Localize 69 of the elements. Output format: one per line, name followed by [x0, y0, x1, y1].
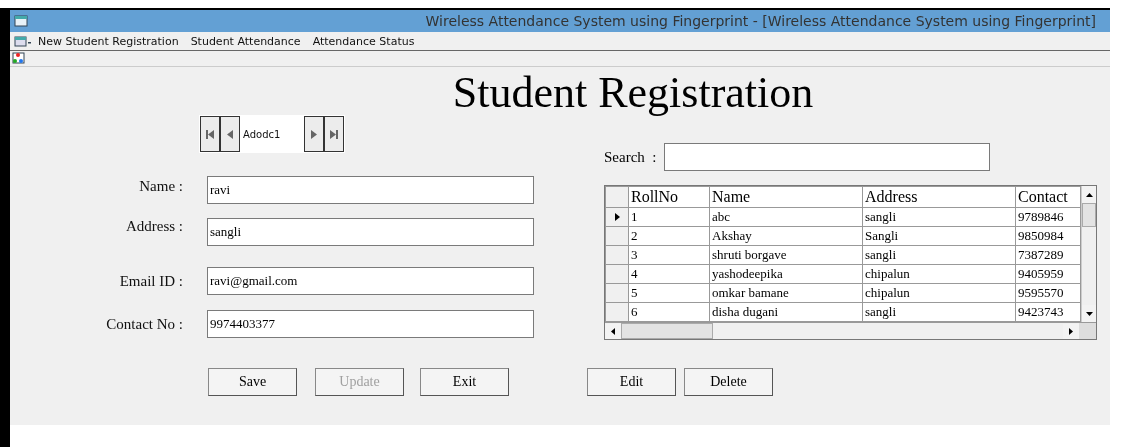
previous-record-icon [226, 129, 234, 139]
form-button[interactable]: Save [208, 368, 297, 396]
first-record-icon [206, 129, 214, 139]
table-cell: 9405959 [1015, 264, 1081, 284]
data-control-caption: Adodc1 [242, 127, 282, 142]
scroll-thumb[interactable] [621, 323, 713, 339]
field-label: Contact No : [105, 315, 183, 333]
table-cell: 9595570 [1015, 283, 1081, 303]
table-cell: 9423743 [1015, 302, 1081, 322]
scrollbar-corner [1079, 323, 1096, 339]
table-cell: 3 [628, 245, 710, 265]
table-cell: 9789846 [1015, 207, 1081, 227]
menu-item[interactable]: Student Attendance [190, 34, 301, 48]
current-row-icon [614, 213, 620, 221]
table-cell: yashodeepika [709, 264, 863, 284]
scroll-up-icon [1085, 192, 1093, 197]
table-cell: sangli [862, 207, 1016, 227]
table-cell: 7387289 [1015, 245, 1081, 265]
field-label: Name : [138, 177, 183, 195]
column-header[interactable]: RollNo [628, 186, 710, 208]
horizontal-scrollbar[interactable] [605, 322, 1096, 339]
field-label: Email ID : [118, 272, 183, 290]
first-record-button[interactable] [200, 116, 220, 152]
table-cell: 5 [628, 283, 710, 303]
table-cell: shruti borgave [709, 245, 863, 265]
table-cell: omkar bamane [709, 283, 863, 303]
table-cell: 4 [628, 264, 710, 284]
search-field[interactable] [664, 143, 991, 171]
table-cell: chipalun [862, 283, 1016, 303]
table-cell: Akshay [709, 226, 863, 246]
scroll-down-icon [1085, 311, 1093, 316]
table-cell: Sangli [862, 226, 1016, 246]
field-label: Address : [124, 217, 183, 235]
form-button[interactable]: Edit [587, 368, 676, 396]
text-field[interactable]: 9974403377 [207, 310, 534, 338]
table-cell: abc [709, 207, 863, 227]
search-label: Search : [604, 148, 657, 166]
scroll-left-icon [611, 327, 615, 335]
window-title: Wireless Attendance System using Fingerprint - [Wireless Attendance System using Fingerprint] [425, 13, 1096, 29]
column-header[interactable]: Name [709, 186, 863, 208]
column-header[interactable]: Address [862, 186, 1016, 208]
vertical-scrollbar[interactable] [1081, 186, 1096, 322]
text-field[interactable]: ravi@gmail.com [207, 267, 534, 295]
table-cell: 9850984 [1015, 226, 1081, 246]
text-field[interactable]: ravi [207, 176, 534, 204]
people-icon [12, 52, 25, 64]
table-cell: 1 [628, 207, 710, 227]
app-icon [14, 15, 28, 27]
previous-record-button[interactable] [220, 116, 240, 152]
column-header[interactable]: Contact [1015, 186, 1081, 208]
next-record-icon [310, 129, 318, 139]
table-cell: 2 [628, 226, 710, 246]
form-title: Student Registration [451, 67, 815, 115]
table-cell: sangli [862, 302, 1016, 322]
form-button[interactable]: Delete [684, 368, 773, 396]
table-cell: disha dugani [709, 302, 863, 322]
table-cell: 6 [628, 302, 710, 322]
form-button[interactable]: Exit [420, 368, 509, 396]
menu-item[interactable]: Attendance Status [312, 34, 415, 48]
text-field[interactable]: sangli [207, 218, 534, 246]
last-record-icon [330, 129, 338, 139]
table-cell: chipalun [862, 264, 1016, 284]
window-icon [14, 35, 32, 47]
last-record-button[interactable] [324, 116, 344, 152]
menu-item[interactable]: New Student Registration [38, 34, 179, 48]
table-cell: sangli [862, 245, 1016, 265]
scroll-thumb[interactable] [1082, 203, 1096, 227]
next-record-button[interactable] [304, 116, 324, 152]
scroll-right-icon [1069, 327, 1073, 335]
